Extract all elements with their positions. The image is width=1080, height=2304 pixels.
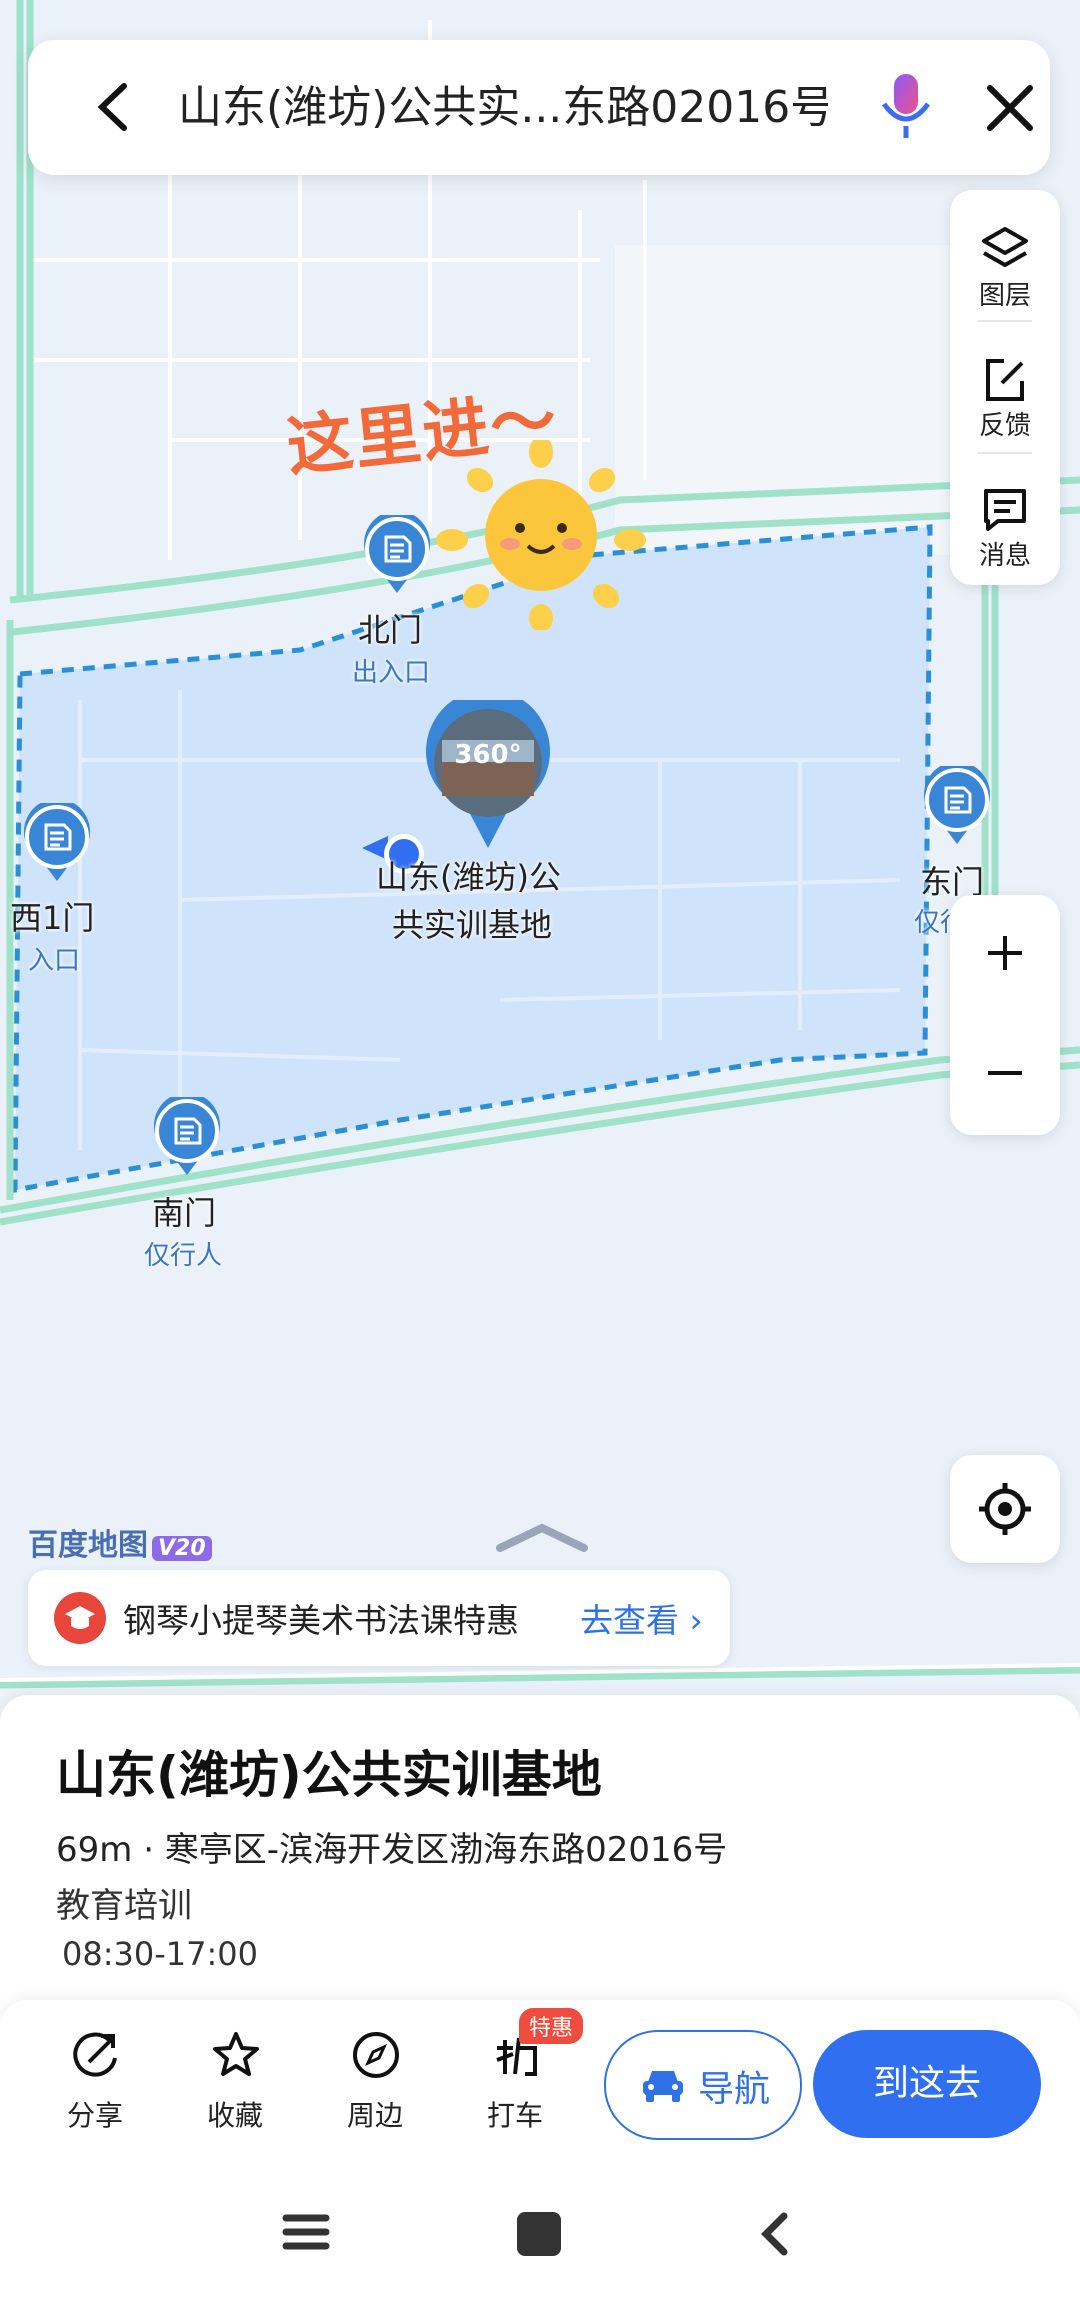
back-arrow-icon[interactable] <box>88 80 140 135</box>
layers-icon <box>982 227 1028 267</box>
locate-me-button[interactable] <box>950 1455 1060 1563</box>
close-icon[interactable] <box>982 80 1038 136</box>
share-label: 分享 <box>66 2099 123 2132</box>
zoom-in-button[interactable] <box>950 895 1060 1015</box>
menu-icon[interactable] <box>282 2210 330 2258</box>
promo-banner[interactable]: 钢琴小提琴美术书法课特惠 去查看 › <box>28 1570 730 1666</box>
car-icon <box>643 2071 683 2102</box>
taxi-deal-badge: 特惠 <box>519 2008 584 2044</box>
promo-text: 钢琴小提琴美术书法课特惠 <box>123 1601 519 1640</box>
minus-icon <box>988 1071 1022 1075</box>
favorite-label: 收藏 <box>206 2099 263 2132</box>
map-tools-panel: 图层 反馈 消息 <box>950 190 1060 585</box>
brand-name: 百度地图 <box>28 1528 148 1563</box>
nearby-label: 周边 <box>346 2099 403 2132</box>
place-hours: 08:30-17:00 <box>62 1935 258 1973</box>
promo-link[interactable]: 去查看 › <box>580 1594 703 1642</box>
zoom-out-button[interactable] <box>950 1015 1060 1135</box>
crosshair-icon <box>979 1483 1031 1535</box>
poi-name-line1[interactable]: 山东(潍坊)公 <box>376 852 561 898</box>
place-title: 山东(潍坊)公共实训基地 <box>56 1746 602 1804</box>
system-navigation-bar <box>0 2180 1080 2304</box>
star-icon <box>213 2032 259 2076</box>
panorama-marker[interactable]: 360° <box>424 700 552 850</box>
poi-name-line2[interactable]: 共实训基地 <box>392 900 552 946</box>
zoom-controls <box>950 895 1060 1135</box>
compass-icon <box>353 2032 399 2078</box>
map-view[interactable]: 360° 山东(潍坊)公 共实训基地 北门 出入口 西1门 入口 东门 仅行 南… <box>0 0 1080 1690</box>
feedback-label: 反馈 <box>978 411 1031 441</box>
layers-label: 图层 <box>978 281 1031 311</box>
back-icon[interactable] <box>756 2210 792 2262</box>
search-bar[interactable]: 山东(潍坊)公共实...东路02016号 <box>28 40 1050 175</box>
layers-button[interactable]: 图层 <box>950 205 1060 325</box>
search-query[interactable]: 山东(潍坊)公共实...东路02016号 <box>178 78 828 138</box>
place-category: 教育培训 <box>56 1886 192 1926</box>
graduation-cap-icon <box>54 1592 106 1644</box>
gate-north-sub: 出入口 <box>352 658 431 688</box>
go-here-button[interactable]: 到这去 <box>813 2030 1041 2138</box>
taxi-button[interactable]: 打车 <box>465 2030 565 2150</box>
message-label: 消息 <box>978 541 1031 571</box>
plus-icon <box>988 936 1022 970</box>
taxi-label: 打车 <box>486 2099 543 2132</box>
divider <box>978 320 1032 322</box>
place-address: 69m · 寒亭区-滨海开发区渤海东路02016号 <box>56 1830 728 1870</box>
microphone-icon[interactable] <box>876 72 936 142</box>
navigate-label: 导航 <box>698 2069 771 2110</box>
messages-button[interactable]: 消息 <box>950 465 1060 585</box>
share-icon <box>73 2032 117 2077</box>
gate-south-name: 南门 <box>152 1194 217 1232</box>
gate-north-name: 北门 <box>358 611 423 649</box>
feedback-icon <box>986 359 1024 401</box>
gate-west-name: 西1门 <box>10 899 95 937</box>
favorite-button[interactable]: 收藏 <box>185 2030 285 2150</box>
nearby-button[interactable]: 周边 <box>325 2030 425 2150</box>
message-icon <box>984 489 1026 531</box>
brand-version: V20 <box>152 1536 212 1561</box>
divider <box>978 452 1032 454</box>
gate-west-sub: 入口 <box>28 946 81 976</box>
pano-label: 360° <box>454 740 522 770</box>
feedback-button[interactable]: 反馈 <box>950 335 1060 455</box>
share-button[interactable]: 分享 <box>45 2030 145 2150</box>
navigate-button[interactable]: 导航 <box>604 2030 802 2140</box>
map-brand-logo: 百度地图 V20 <box>28 1520 212 1564</box>
home-icon[interactable] <box>515 2210 563 2262</box>
gate-south-sub: 仅行人 <box>144 1241 223 1271</box>
